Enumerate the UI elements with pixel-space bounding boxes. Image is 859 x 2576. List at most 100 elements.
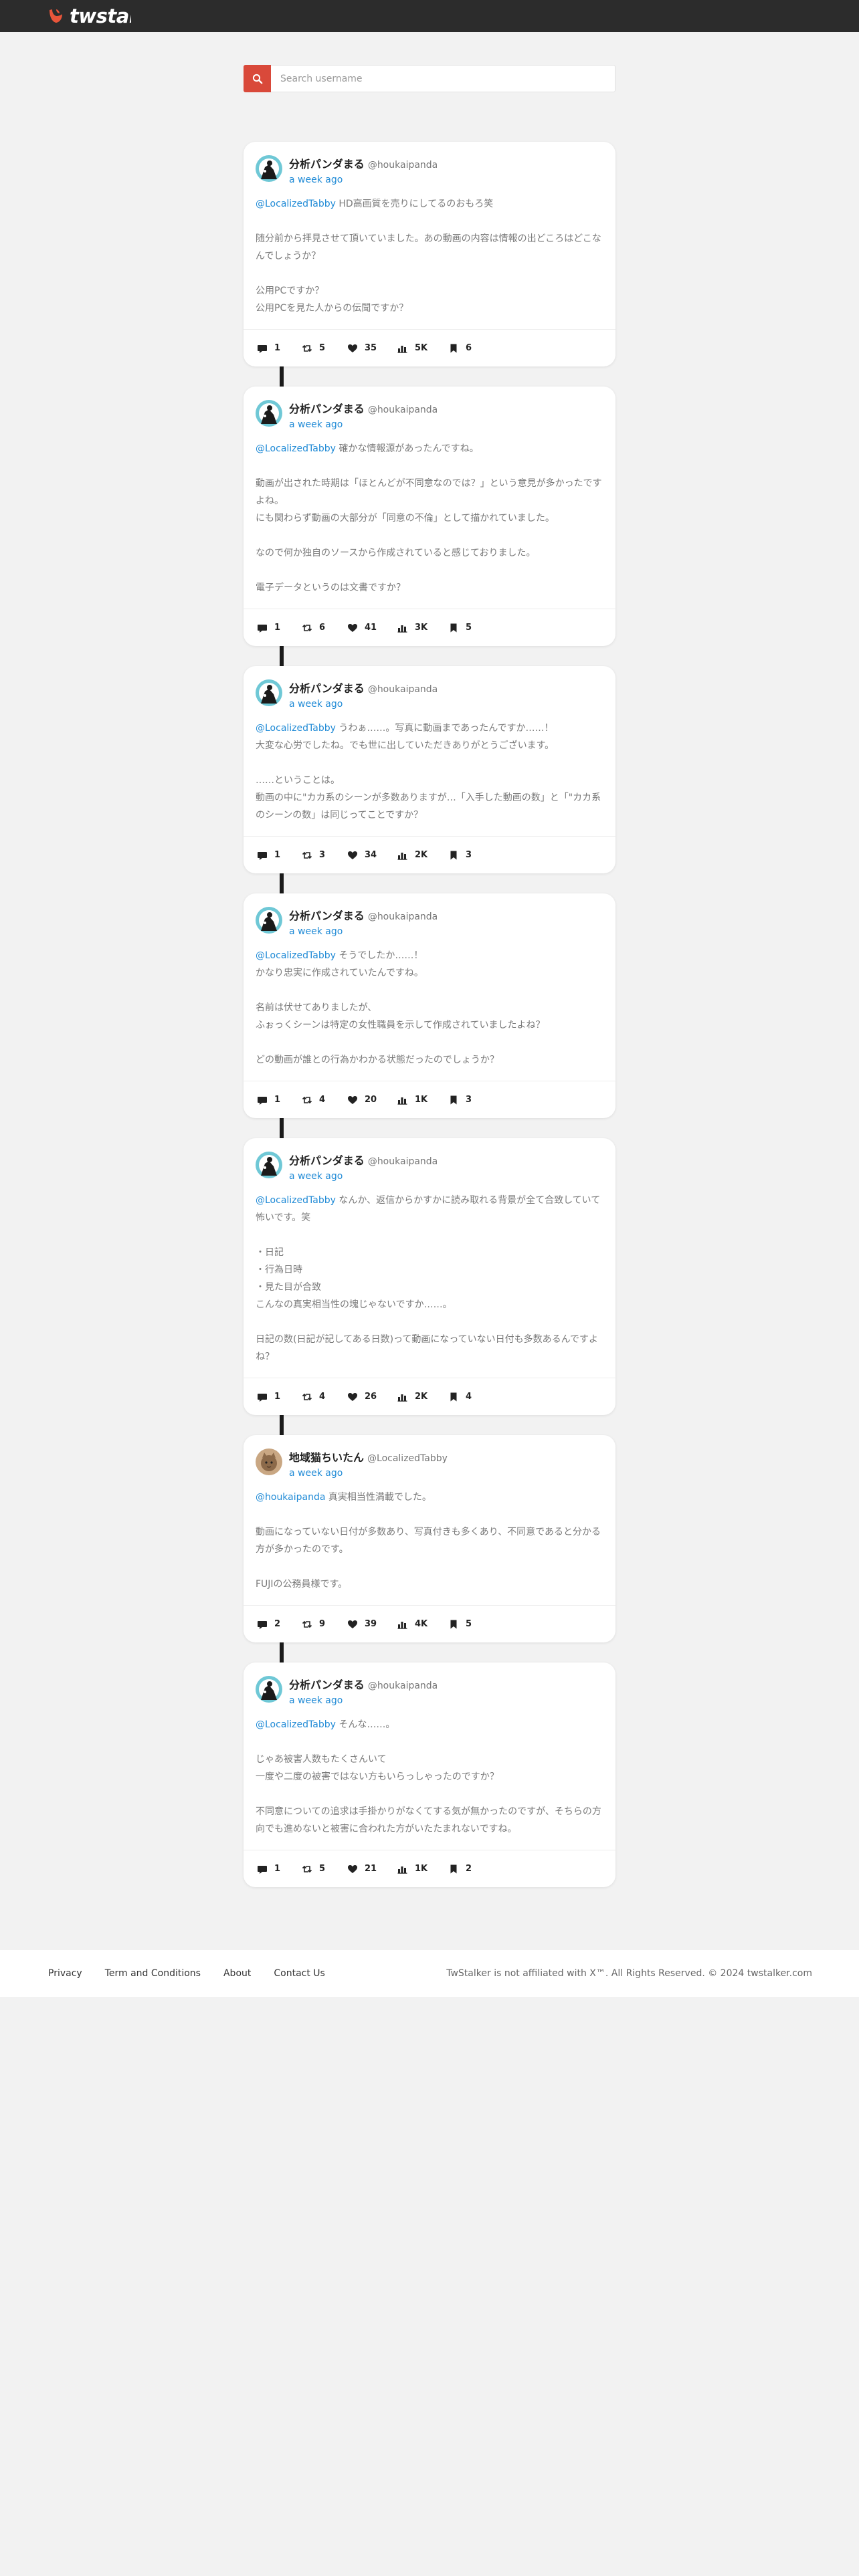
bookmark-stat[interactable]: 5: [448, 1619, 488, 1630]
search-button[interactable]: [244, 65, 271, 92]
display-name[interactable]: 分析パンダまる: [289, 400, 365, 416]
mention-link[interactable]: @LocalizedTabby: [256, 443, 336, 454]
tweet-card[interactable]: 分析パンダまる @houkaipanda a week ago @LocalizedT…: [244, 666, 615, 873]
retweet-stat[interactable]: 5: [302, 343, 347, 354]
mention-link[interactable]: @LocalizedTabby: [256, 723, 336, 734]
view-stat[interactable]: 1K: [397, 1095, 448, 1105]
tweet-body: なんか、返信からかすかに読み取れる背景が全て合致していて怖いです。笑 ・日記 ・…: [256, 1195, 601, 1362]
username[interactable]: @houkaipanda: [368, 405, 438, 415]
timestamp-link[interactable]: a week ago: [289, 926, 343, 937]
footer-link-contact[interactable]: Contact Us: [274, 1968, 324, 1979]
like-stat[interactable]: 39: [347, 1619, 397, 1630]
reply-stat[interactable]: 1: [257, 1392, 302, 1402]
avatar[interactable]: [256, 907, 282, 934]
copyright-text: TwStalker is not affiliated with X™. All…: [446, 1968, 812, 1979]
thread-connector: [280, 1118, 284, 1138]
like-stat[interactable]: 34: [347, 850, 397, 861]
reply-stat[interactable]: 1: [257, 623, 302, 633]
display-name[interactable]: 地域猫ちいたん: [289, 1448, 364, 1465]
timestamp-link[interactable]: a week ago: [289, 419, 343, 430]
retweet-stat[interactable]: 4: [302, 1095, 347, 1105]
tweet-thread: 分析パンダまる @houkaipanda a week ago @LocalizedT…: [244, 142, 615, 1887]
footer-link-about[interactable]: About: [223, 1968, 251, 1979]
tweet-body: うわぁ……。写真に動画まであったんですか……！ 大変な心労でしたね。でも世に出し…: [256, 723, 601, 821]
timestamp-link[interactable]: a week ago: [289, 1468, 343, 1479]
view-stat[interactable]: 1K: [397, 1864, 448, 1874]
retweet-stat[interactable]: 6: [302, 623, 347, 633]
mention-link[interactable]: @LocalizedTabby: [256, 950, 336, 961]
retweet-stat[interactable]: 4: [302, 1392, 347, 1402]
display-name[interactable]: 分析パンダまる: [289, 1152, 365, 1168]
search-input[interactable]: [271, 66, 615, 92]
avatar[interactable]: [256, 679, 282, 706]
bookmark-stat[interactable]: 6: [448, 343, 488, 354]
bookmark-stat[interactable]: 3: [448, 1095, 488, 1105]
retweet-stat[interactable]: 5: [302, 1864, 347, 1874]
display-name[interactable]: 分析パンダまる: [289, 1676, 365, 1692]
view-stat[interactable]: 5K: [397, 343, 448, 354]
tweet-card[interactable]: 分析パンダまる @houkaipanda a week ago @LocalizedT…: [244, 142, 615, 366]
bookmark-stat[interactable]: 4: [448, 1392, 488, 1402]
view-stat[interactable]: 3K: [397, 623, 448, 633]
tweet-card[interactable]: 分析パンダまる @houkaipanda a week ago @LocalizedT…: [244, 387, 615, 646]
retweet-count: 9: [319, 1619, 326, 1629]
footer-link-privacy[interactable]: Privacy: [48, 1968, 82, 1979]
like-stat[interactable]: 41: [347, 623, 397, 633]
mention-link[interactable]: @LocalizedTabby: [256, 199, 336, 209]
bookmark-stat[interactable]: 5: [448, 623, 488, 633]
avatar[interactable]: [256, 1676, 282, 1703]
mention-link[interactable]: @houkaipanda: [256, 1492, 325, 1503]
thread-connector: [280, 873, 284, 893]
tweet-card[interactable]: 地域猫ちいたん @LocalizedTabby a week ago @houkaip…: [244, 1435, 615, 1642]
tweet-card[interactable]: 分析パンダまる @houkaipanda a week ago @LocalizedT…: [244, 1662, 615, 1887]
reply-stat[interactable]: 1: [257, 1095, 302, 1105]
views-icon: [397, 1394, 407, 1402]
retweet-count: 4: [319, 1095, 326, 1105]
bookmark-stat[interactable]: 3: [448, 850, 488, 861]
timestamp-link[interactable]: a week ago: [289, 1695, 343, 1706]
display-name[interactable]: 分析パンダまる: [289, 155, 365, 171]
view-stat[interactable]: 2K: [397, 850, 448, 861]
avatar[interactable]: [256, 1152, 282, 1178]
like-stat[interactable]: 35: [347, 343, 397, 354]
reply-count: 1: [274, 850, 281, 860]
username[interactable]: @houkaipanda: [368, 684, 438, 695]
tweet-header: 分析パンダまる @houkaipanda a week ago: [256, 399, 603, 432]
tweet-actions: 1 5 35 5K 6: [244, 329, 615, 366]
username[interactable]: @houkaipanda: [368, 1681, 438, 1691]
like-stat[interactable]: 26: [347, 1392, 397, 1402]
like-stat[interactable]: 20: [347, 1095, 397, 1105]
retweet-stat[interactable]: 9: [302, 1619, 347, 1630]
bookmark-stat[interactable]: 2: [448, 1864, 488, 1874]
username[interactable]: @houkaipanda: [368, 160, 438, 171]
view-stat[interactable]: 4K: [397, 1619, 448, 1630]
view-stat[interactable]: 2K: [397, 1392, 448, 1402]
reply-stat[interactable]: 2: [257, 1619, 302, 1630]
reply-stat[interactable]: 1: [257, 343, 302, 354]
thread-connector: [280, 646, 284, 666]
tweet-card[interactable]: 分析パンダまる @houkaipanda a week ago @LocalizedT…: [244, 893, 615, 1118]
timestamp-link[interactable]: a week ago: [289, 699, 343, 710]
username[interactable]: @houkaipanda: [368, 911, 438, 922]
display-name[interactable]: 分析パンダまる: [289, 679, 365, 695]
username[interactable]: @LocalizedTabby: [367, 1453, 448, 1464]
avatar[interactable]: [256, 400, 282, 427]
view-count: 5K: [415, 343, 428, 353]
username[interactable]: @houkaipanda: [368, 1156, 438, 1167]
like-stat[interactable]: 21: [347, 1864, 397, 1874]
retweet-stat[interactable]: 3: [302, 850, 347, 861]
mention-link[interactable]: @LocalizedTabby: [256, 1719, 336, 1730]
reply-stat[interactable]: 1: [257, 850, 302, 861]
reply-stat[interactable]: 1: [257, 1864, 302, 1874]
avatar[interactable]: [256, 155, 282, 182]
timestamp-link[interactable]: a week ago: [289, 175, 343, 185]
tweet-card[interactable]: 分析パンダまる @houkaipanda a week ago @LocalizedT…: [244, 1138, 615, 1415]
heart-icon: [348, 1095, 357, 1104]
mention-link[interactable]: @LocalizedTabby: [256, 1195, 336, 1206]
top-navbar: twstalker: [0, 0, 859, 32]
footer-link-terms[interactable]: Term and Conditions: [105, 1968, 201, 1979]
avatar[interactable]: [256, 1448, 282, 1475]
timestamp-link[interactable]: a week ago: [289, 1171, 343, 1182]
display-name[interactable]: 分析パンダまる: [289, 907, 365, 923]
brand-logo[interactable]: twstalker: [47, 5, 131, 27]
